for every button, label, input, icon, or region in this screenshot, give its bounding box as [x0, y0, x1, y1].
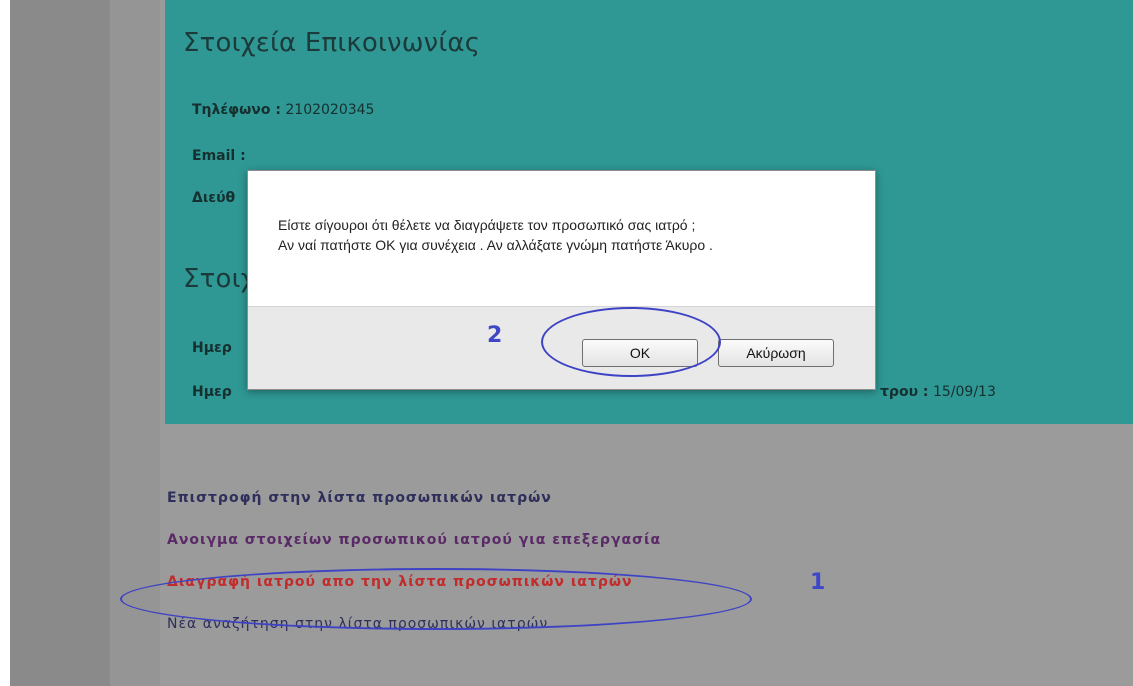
date2-field: Ημερ [192, 384, 232, 400]
date1-field: Ημερ [192, 340, 232, 356]
email-label: Email : [192, 148, 246, 164]
address-field: Διεύθ [192, 190, 235, 206]
contact-section-title: Στοιχεία Επικοινωνίας [183, 28, 481, 58]
phone-value: 2102020345 [285, 102, 375, 118]
phone-field: Τηλέφωνο : 2102020345 [192, 102, 374, 118]
dialog-message-line1: Είστε σίγουροι ότι θέλετε να διαγράψετε … [278, 217, 696, 233]
date2-value-field: τρου : 15/09/13 [880, 384, 996, 400]
dialog-message: Είστε σίγουροι ότι θέλετε να διαγράψετε … [278, 215, 713, 255]
date2-suffix: τρου : [880, 384, 929, 400]
date2-label: Ημερ [192, 384, 232, 400]
address-label: Διεύθ [192, 190, 236, 206]
step1-number: 1 [810, 570, 826, 595]
back-to-list-link[interactable]: Επιστροφή στην λίστα προσωπικών ιατρών [167, 490, 552, 506]
email-field: Email : [192, 148, 246, 164]
step1-highlight-ellipse [120, 568, 752, 630]
details-section-title: Στοιχ [183, 264, 256, 294]
cancel-button[interactable]: Ακύρωση [718, 339, 834, 367]
step2-highlight-ellipse [541, 307, 721, 377]
left-sidebar-strip [10, 0, 160, 686]
date1-label: Ημερ [192, 340, 232, 356]
step2-number: 2 [487, 323, 503, 348]
dialog-message-line2: Αν ναί πατήστε OK για συνέχεια . Αν αλλά… [278, 237, 713, 253]
phone-label: Τηλέφωνο : [192, 102, 281, 118]
date2-value: 15/09/13 [932, 384, 996, 400]
edit-doctor-link[interactable]: Ανοιγμα στοιχείων προσωπικού ιατρού για … [167, 532, 661, 548]
